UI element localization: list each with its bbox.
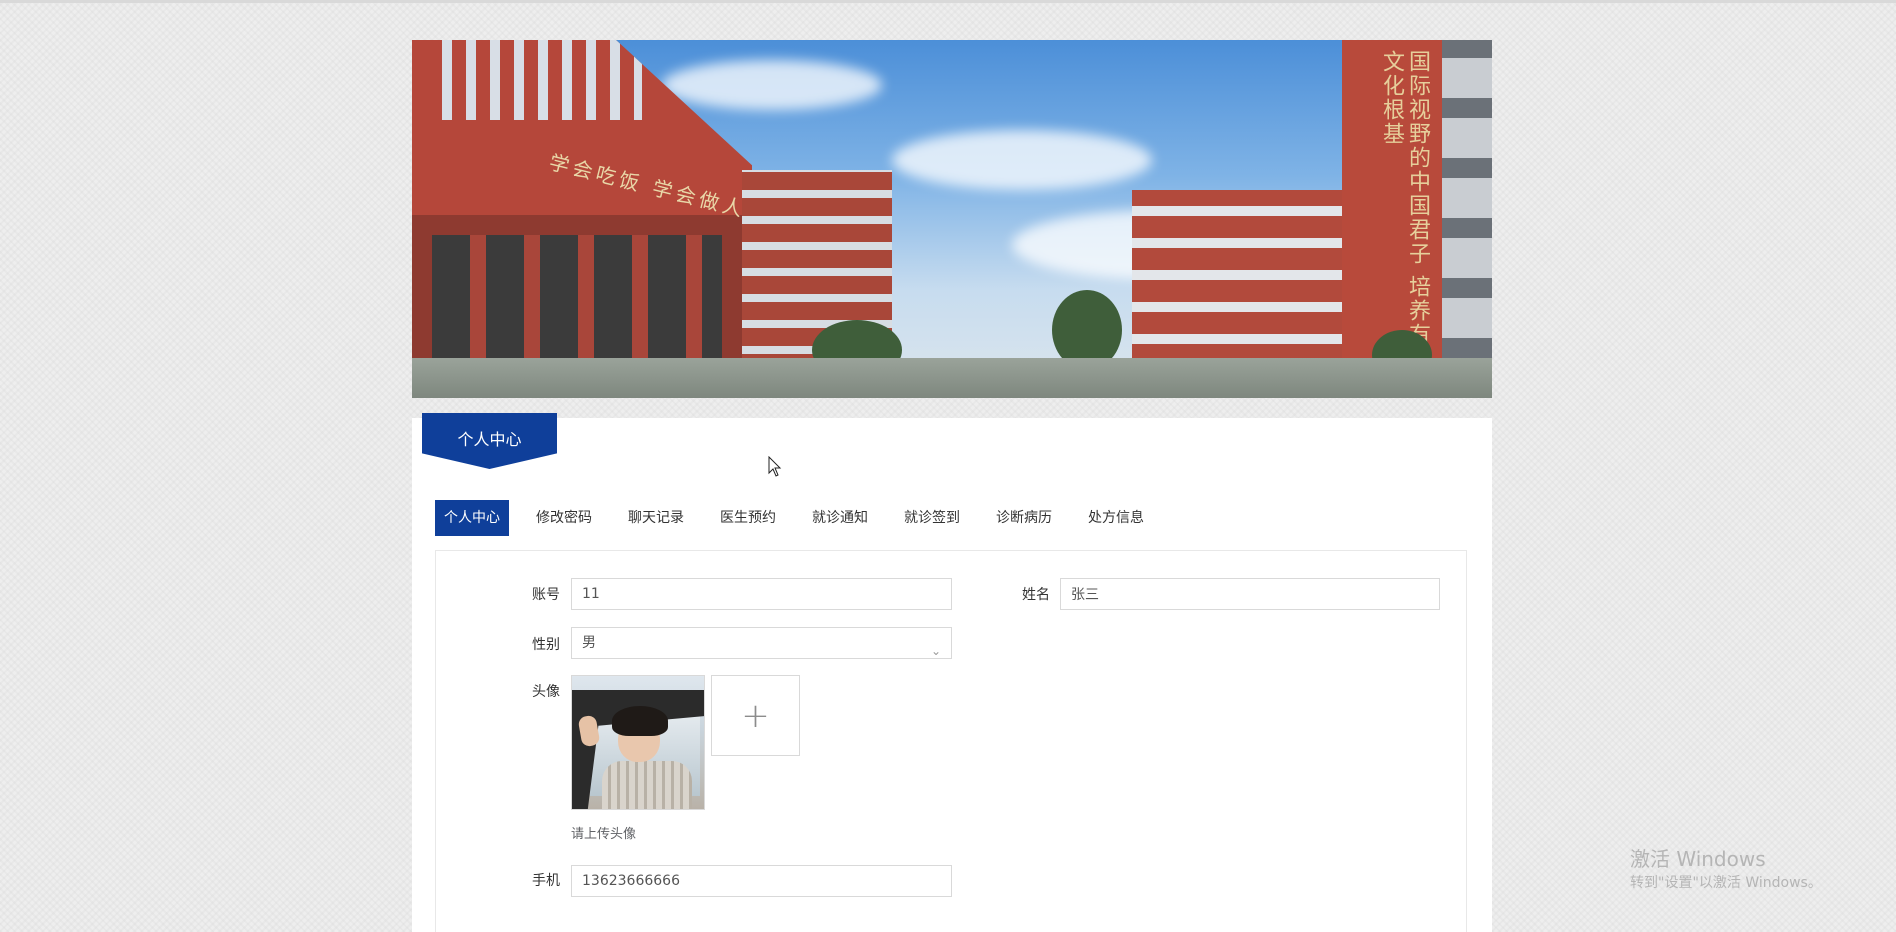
person-hair [612, 706, 668, 736]
name-label: 姓名 [1022, 587, 1050, 603]
phone-input[interactable] [571, 865, 952, 897]
avatar-label: 头像 [532, 684, 560, 700]
account-label: 账号 [532, 587, 560, 603]
profile-tabs: 个人中心 修改密码 聊天记录 医生预约 就诊通知 就诊签到 诊断病历 处方信息 [435, 500, 1171, 536]
gender-selected-value: 男 [582, 635, 596, 651]
tab-diagnosis-record[interactable]: 诊断病历 [987, 500, 1061, 536]
section-title: 个人中心 [457, 430, 522, 449]
plus-icon: + [741, 695, 770, 736]
mouse-cursor-icon [768, 456, 782, 477]
avatar-image[interactable] [571, 675, 705, 810]
cloud [892, 130, 1152, 190]
tab-prescription-info[interactable]: 处方信息 [1079, 500, 1153, 536]
tab-doctor-appointment[interactable]: 医生预约 [711, 500, 785, 536]
windows-activation-title: 激活 Windows [1630, 847, 1766, 871]
campus-banner-image: 学会吃饭 学会做人 国际视野的中国君子 培养有民族文化根基 [412, 40, 1492, 398]
avatar-upload-hint: 请上传头像 [571, 827, 637, 842]
tab-change-password[interactable]: 修改密码 [527, 500, 601, 536]
avatar-upload-button[interactable]: + [711, 675, 800, 756]
building-sign: 学会吃饭 学会做人 [546, 149, 749, 223]
building-columns [442, 40, 642, 120]
cloud [662, 60, 882, 110]
person-body [602, 761, 692, 809]
account-input[interactable] [571, 578, 952, 610]
tab-visit-checkin[interactable]: 就诊签到 [895, 500, 969, 536]
gender-label: 性别 [532, 637, 560, 653]
name-input[interactable] [1060, 578, 1440, 610]
phone-label: 手机 [532, 873, 560, 889]
tab-chat-history[interactable]: 聊天记录 [619, 500, 693, 536]
tab-profile[interactable]: 个人中心 [435, 500, 509, 536]
chevron-down-icon: ⌄ [930, 644, 941, 658]
top-divider [0, 0, 1896, 3]
grey-building [1442, 40, 1492, 398]
ground [412, 358, 1492, 398]
windows-activation-hint: 转到"设置"以激活 Windows。 [1630, 875, 1822, 891]
gender-select[interactable]: 男 ⌄ [571, 627, 952, 659]
tab-visit-notice[interactable]: 就诊通知 [803, 500, 877, 536]
